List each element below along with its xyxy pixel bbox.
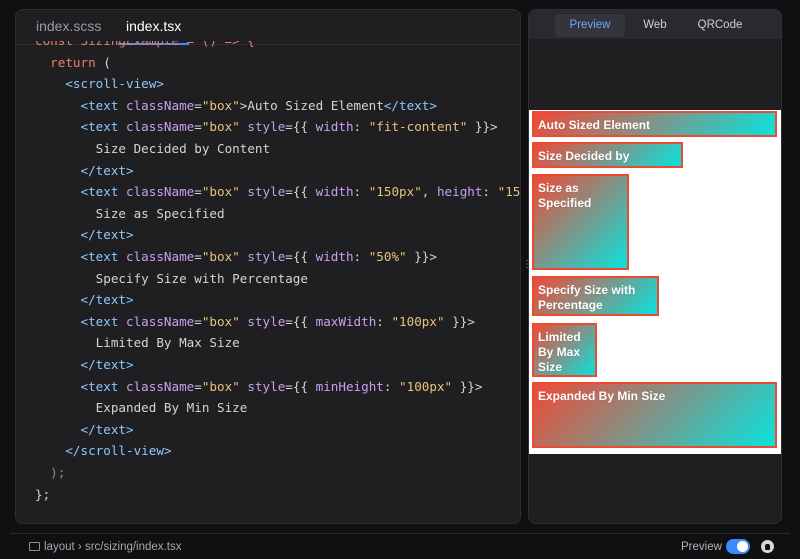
code-line: return ( <box>50 54 111 70</box>
box-fit-content: Size Decided by Content <box>532 142 683 168</box>
tab-index-scss[interactable]: index.scss <box>34 10 103 45</box>
divider-handle-icon[interactable]: ⋮ <box>522 260 532 272</box>
code-line: Limited By Max Size <box>95 335 240 351</box>
tab-preview[interactable]: Preview <box>555 14 625 37</box>
code-line: const SizingExample = () => { <box>35 41 255 51</box>
code-area[interactable]: const SizingExample = () => { return ( <… <box>16 41 521 523</box>
code-line: </text> <box>80 421 134 437</box>
code-line: </text> <box>80 357 134 372</box>
box-percentage: Specify Size with Percentage <box>532 276 659 316</box>
tab-web[interactable]: Web <box>633 14 677 37</box>
status-bar: layout › src/sizing/index.tsx Preview <box>10 533 790 559</box>
box-fixed-size: Size as Specified <box>532 174 629 270</box>
tab-qrcode[interactable]: QRCode <box>689 14 751 37</box>
code-line: <text className="box" style={{ minHeight… <box>80 378 483 394</box>
code-line: </scroll-view> <box>65 443 172 459</box>
code-line: <text className="box" style={{ width: "1… <box>80 184 521 200</box>
code-line: Size as Specified <box>95 205 225 221</box>
code-line: <text className="box" style={{ width: "f… <box>80 119 498 135</box>
code-line: <text className="box" style={{ maxWidth:… <box>80 313 475 329</box>
breadcrumb-separator: › <box>77 541 82 553</box>
preview-toggle-label: Preview <box>681 541 722 553</box>
code-line: Expanded By Min Size <box>95 400 248 416</box>
breadcrumb-path: src/sizing/index.tsx <box>84 541 182 553</box>
tab-index-tsx[interactable]: index.tsx <box>117 10 190 45</box>
preview-toggle[interactable] <box>726 539 750 554</box>
code-line: <text className="box" style={{ width: "5… <box>80 249 437 264</box>
github-icon[interactable] <box>761 540 774 553</box>
breadcrumb[interactable]: layout › src/sizing/index.tsx <box>29 541 181 553</box>
code-line: <text className="box">Auto Sized Element… <box>80 97 437 113</box>
editor-tab-bar: index.scss index.tsx <box>16 10 520 45</box>
box-auto-sized: Auto Sized Element <box>532 111 777 137</box>
code-line: </text> <box>80 227 134 243</box>
code-line: <scroll-view> <box>65 76 164 92</box>
code-line: Specify Size with Percentage <box>95 270 308 286</box>
breadcrumb-root: layout <box>44 541 75 553</box>
code-line: }; <box>35 486 51 502</box>
preview-screen: Auto Sized Element Size Decided by Conte… <box>529 110 781 454</box>
layout-icon <box>29 542 40 551</box>
code-line: ); <box>50 465 66 480</box>
preview-tab-bar: Preview Web QRCode <box>529 10 781 39</box>
code-line: Size Decided by Content <box>95 141 271 156</box>
code-line: </text> <box>80 162 134 178</box>
code-line: </text> <box>80 292 134 308</box>
box-max-size: Limited By Max Size <box>532 323 597 377</box>
box-min-size: Expanded By Min Size <box>532 382 777 448</box>
preview-panel: Preview Web QRCode Auto Sized Element Si… <box>528 9 782 524</box>
code-editor-panel: index.scss index.tsx const SizingExample… <box>15 9 521 524</box>
